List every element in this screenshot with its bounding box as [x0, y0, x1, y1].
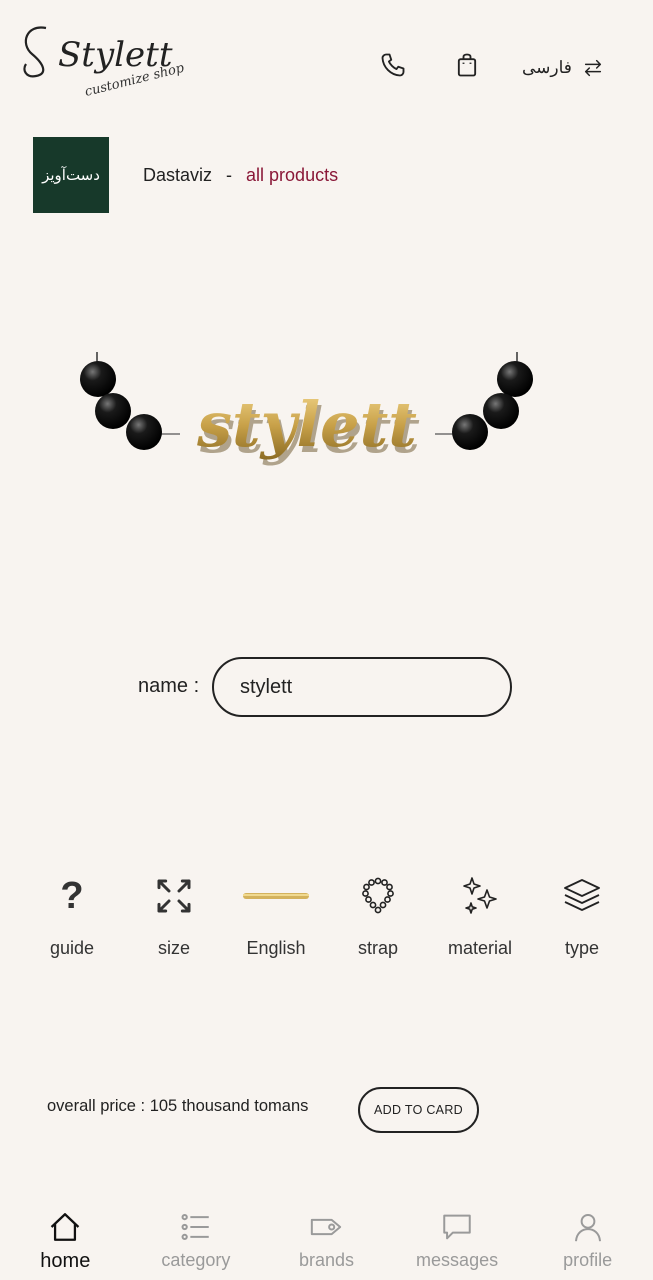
- option-strap[interactable]: strap: [328, 868, 428, 959]
- option-label: English: [246, 938, 306, 958]
- list-icon: [181, 1213, 209, 1241]
- nav-label: home: [40, 1250, 91, 1272]
- phone-icon[interactable]: [376, 48, 410, 82]
- nav-home[interactable]: home: [5, 1200, 125, 1280]
- breadcrumb: Dastaviz - all products: [143, 165, 338, 186]
- nav-label: messages: [416, 1250, 499, 1270]
- option-label: strap: [357, 938, 399, 958]
- option-label: guide: [49, 938, 95, 958]
- language-switch[interactable]: فارسی: [522, 52, 604, 84]
- home-icon: [51, 1213, 80, 1241]
- chat-icon: [443, 1214, 471, 1240]
- user-icon: [574, 1213, 601, 1242]
- tag-icon: [311, 1218, 342, 1236]
- option-label: material: [447, 938, 513, 958]
- language-label: فارسی: [522, 58, 572, 77]
- nav-label: category: [161, 1250, 231, 1270]
- nav-label: brands: [298, 1250, 354, 1270]
- question-icon: ?: [60, 875, 84, 917]
- nav-profile[interactable]: profile: [528, 1200, 648, 1280]
- bead-strap-icon: [362, 877, 394, 914]
- expand-icon: [157, 879, 191, 913]
- swap-icon: [584, 59, 602, 77]
- brand-thumb-text: دست‌آویز: [42, 166, 100, 184]
- nav-messages[interactable]: messages: [397, 1200, 517, 1280]
- brand-name-link[interactable]: Dastaviz: [143, 165, 212, 186]
- add-to-cart-button[interactable]: ADD TO CARD: [358, 1087, 479, 1133]
- name-input[interactable]: [212, 657, 512, 717]
- bottom-nav: home category brands messages profile: [0, 1200, 653, 1280]
- nav-brands[interactable]: brands: [266, 1200, 386, 1280]
- breadcrumb-separator: -: [226, 165, 233, 185]
- overall-price: overall price : 105 thousand tomans: [47, 1097, 309, 1115]
- logo[interactable]: Stylett customize shop: [18, 14, 193, 106]
- sparkle-icon: [463, 877, 497, 914]
- name-label: name :: [138, 675, 200, 697]
- option-label: type: [564, 938, 600, 958]
- all-products-link[interactable]: all products: [246, 165, 338, 186]
- font-preview-icon: [243, 893, 309, 899]
- shopping-bag-icon[interactable]: [450, 48, 484, 82]
- nav-category[interactable]: category: [136, 1200, 256, 1280]
- option-material[interactable]: material: [430, 868, 530, 959]
- option-guide[interactable]: ? guide: [22, 868, 122, 959]
- customization-options: ? guide size English strap material type: [22, 868, 632, 959]
- nav-label: profile: [563, 1250, 613, 1270]
- option-type[interactable]: type: [532, 868, 632, 959]
- option-english[interactable]: English: [226, 868, 326, 959]
- option-label: size: [157, 938, 190, 958]
- option-size[interactable]: size: [124, 868, 224, 959]
- brand-thumbnail[interactable]: دست‌آویز: [33, 137, 109, 213]
- nameplate-text: stylett: [196, 388, 417, 461]
- product-image: stylett stylett: [70, 330, 550, 490]
- layers-icon: [564, 879, 600, 911]
